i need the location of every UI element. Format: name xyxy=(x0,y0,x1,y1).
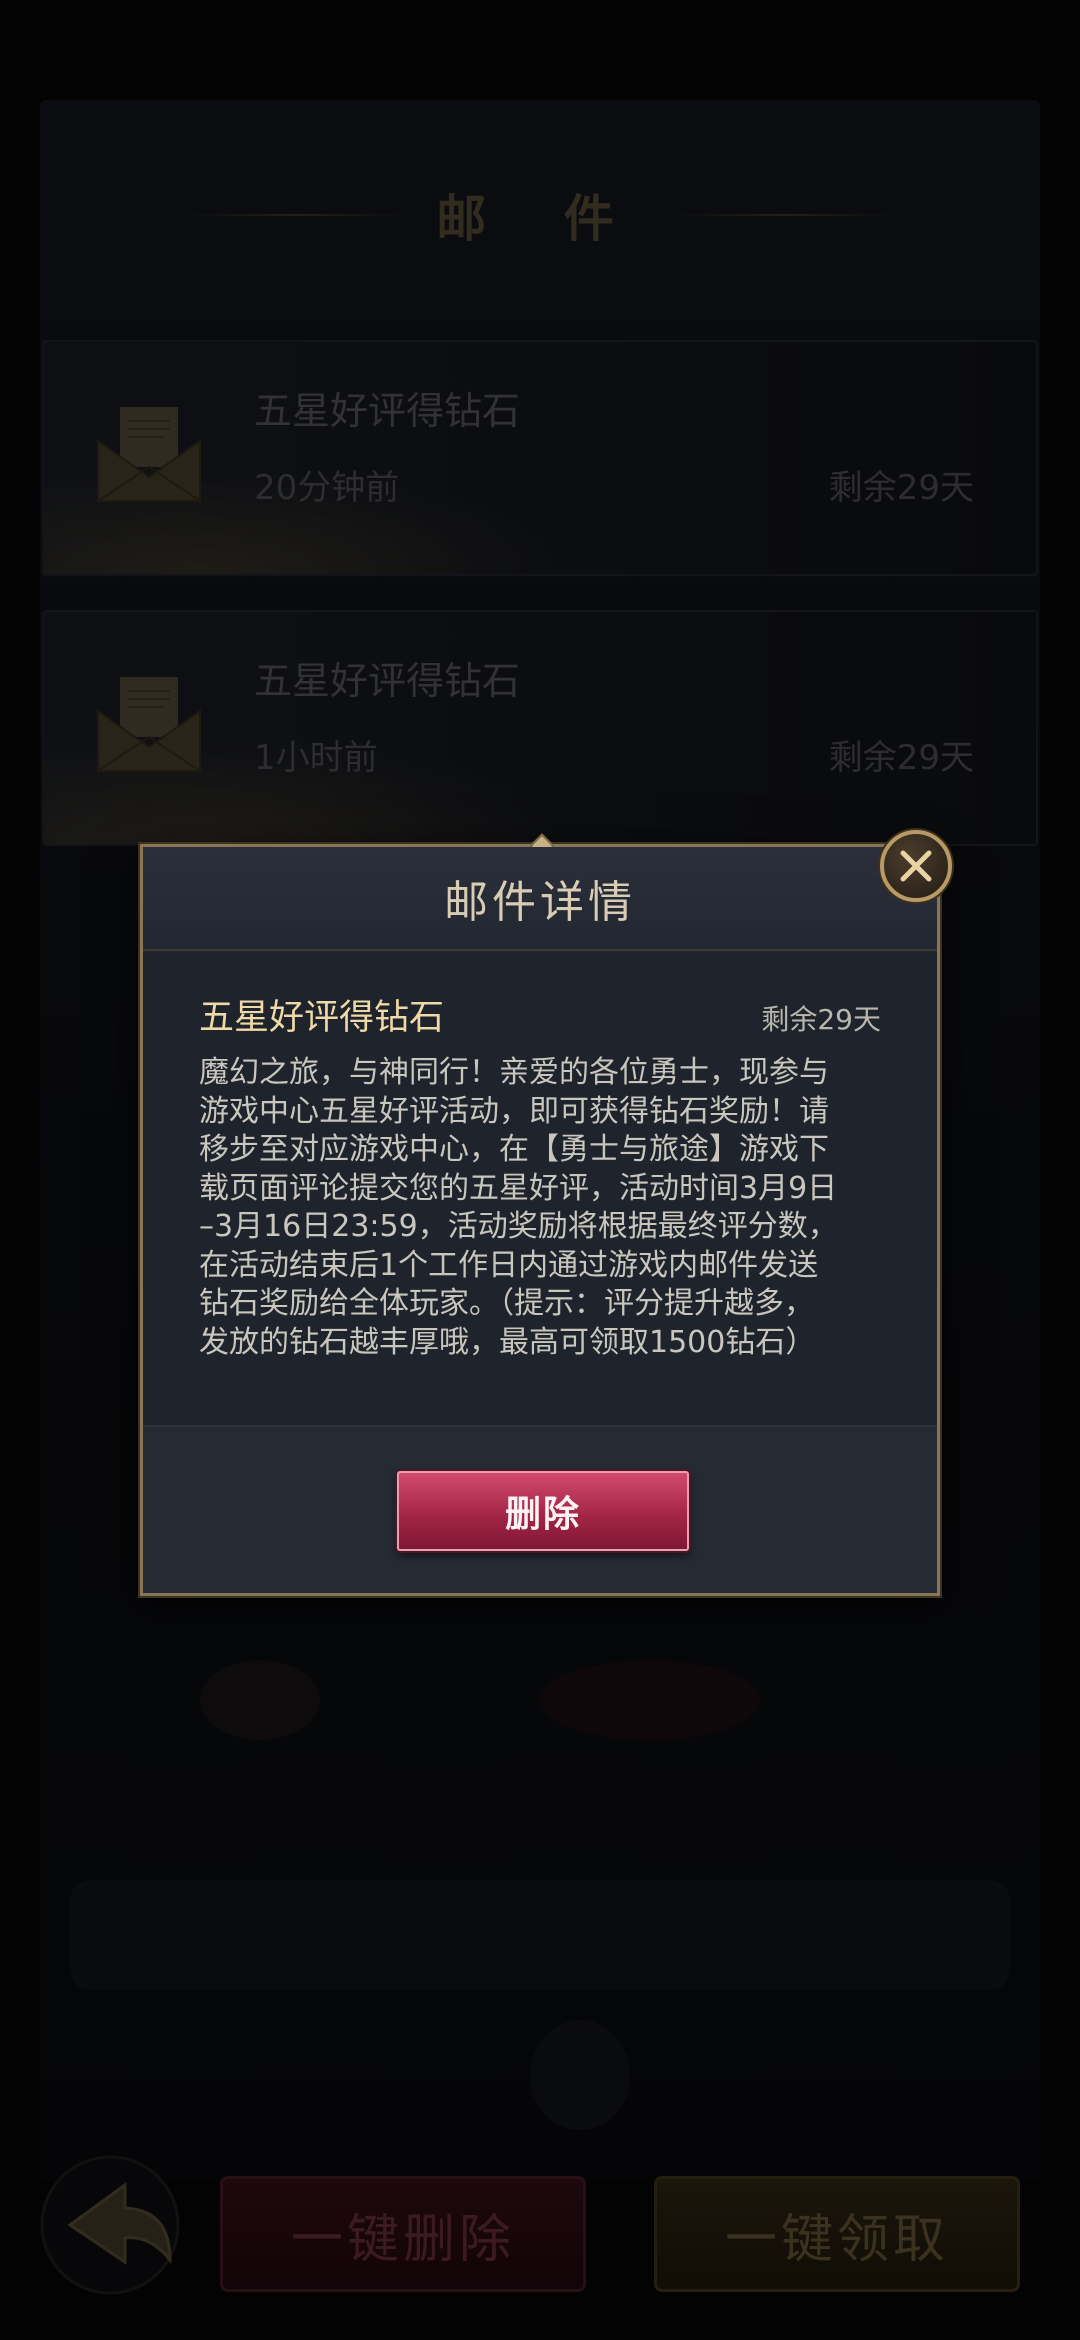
close-icon xyxy=(900,850,932,882)
mail-screen: 邮 件 五星好评得钻石 20分钟前 剩余29天 五星好评得钻石 1小时前 剩余2… xyxy=(0,0,1080,2340)
detail-mail-title: 五星好评得钻石 xyxy=(199,998,445,1038)
dialog-header: 邮件详情 xyxy=(143,847,937,951)
mail-detail-dialog: 邮件详情 五星好评得钻石 剩余29天 魔幻之旅，与神同行！亲爱的各位勇士，现参与… xyxy=(140,833,940,1596)
close-button[interactable] xyxy=(880,830,952,902)
detail-remaining: 剩余29天 xyxy=(761,1003,881,1036)
dialog-title: 邮件详情 xyxy=(444,877,636,928)
dialog-body: 五星好评得钻石 剩余29天 魔幻之旅，与神同行！亲爱的各位勇士，现参与 游戏中心… xyxy=(143,953,937,1360)
detail-content: 魔幻之旅，与神同行！亲爱的各位勇士，现参与 游戏中心五星好评活动，即可获得钻石奖… xyxy=(199,1055,838,1360)
detail-head: 五星好评得钻石 剩余29天 xyxy=(199,989,881,1040)
dialog-footer: 删除 xyxy=(143,1425,937,1593)
delete-button[interactable]: 删除 xyxy=(397,1471,689,1551)
